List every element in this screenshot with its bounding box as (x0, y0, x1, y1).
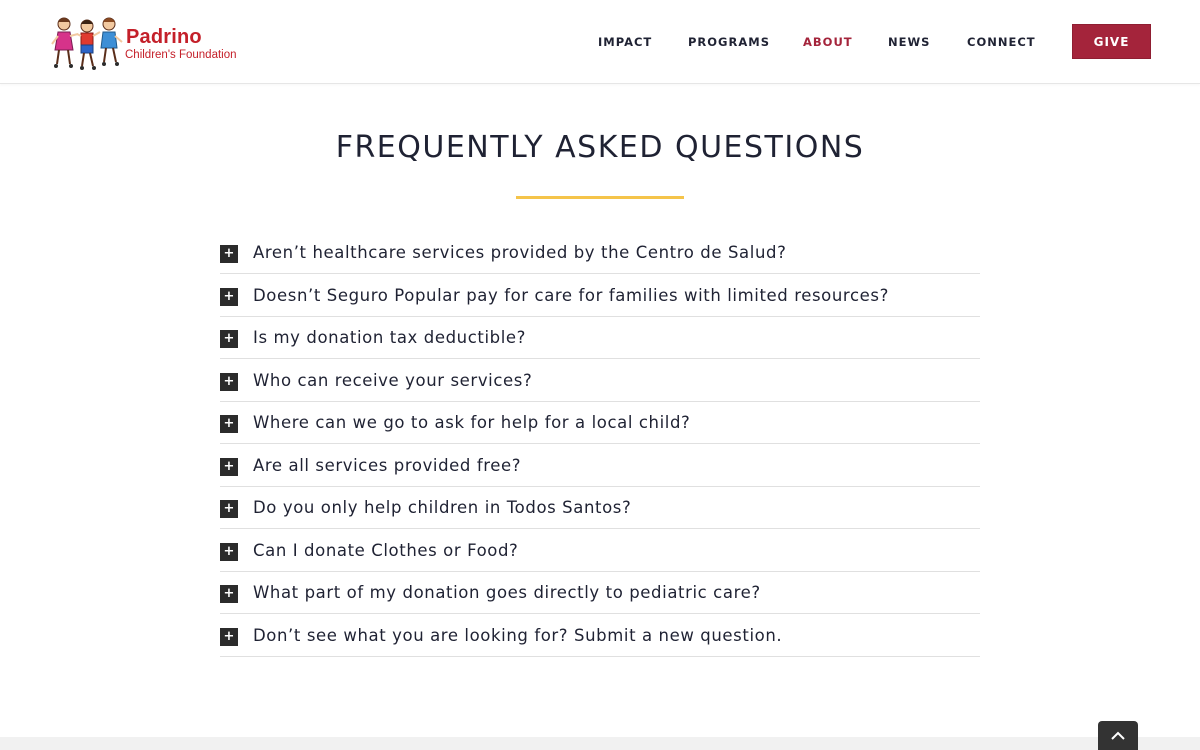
kids-illustration-logo (51, 17, 123, 70)
faq-item[interactable]: + What part of my donation goes directly… (220, 572, 980, 614)
faq-accordion: + Aren’t healthcare services provided by… (220, 232, 980, 657)
nav-item-impact[interactable]: IMPACT (598, 35, 652, 49)
site-logo[interactable]: Padrino Children's Foundation (50, 12, 250, 72)
site-header: Padrino Children's Foundation IMPACT PRO… (0, 0, 1200, 84)
title-underline (516, 196, 684, 199)
plus-icon[interactable]: + (220, 457, 238, 476)
faq-question[interactable]: Where can we go to ask for help for a lo… (253, 412, 690, 434)
plus-icon[interactable]: + (220, 585, 238, 603)
nav-item-news[interactable]: NEWS (888, 35, 930, 49)
faq-question[interactable]: Can I donate Clothes or Food? (253, 540, 518, 562)
faq-item[interactable]: + Where can we go to ask for help for a … (220, 402, 980, 444)
faq-item[interactable]: + Are all services provided free? (220, 445, 980, 487)
nav-item-connect[interactable]: CONNECT (967, 35, 1036, 49)
plus-icon[interactable]: + (220, 330, 238, 348)
chevron-up-icon (1111, 731, 1125, 740)
give-button[interactable]: GIVE (1072, 24, 1151, 59)
faq-question[interactable]: What part of my donation goes directly t… (253, 582, 761, 604)
page-title: FREQUENTLY ASKED QUESTIONS (335, 130, 865, 165)
plus-icon[interactable]: + (220, 287, 238, 306)
faq-item[interactable]: + Who can receive your services? (220, 360, 980, 402)
nav-item-about[interactable]: ABOUT (803, 35, 853, 49)
faq-question[interactable]: Is my donation tax deductible? (253, 327, 526, 349)
brand-tagline: Children's Foundation (125, 49, 237, 61)
faq-question[interactable]: Who can receive your services? (253, 370, 532, 392)
faq-item[interactable]: + Do you only help children in Todos San… (220, 487, 980, 529)
faq-item[interactable]: + Is my donation tax deductible? (220, 317, 980, 359)
faq-item[interactable]: + Don’t see what you are looking for? Su… (220, 615, 980, 657)
faq-item[interactable]: + Doesn’t Seguro Popular pay for care fo… (220, 275, 980, 317)
plus-icon[interactable]: + (220, 542, 238, 561)
plus-icon[interactable]: + (220, 372, 238, 391)
faq-question[interactable]: Do you only help children in Todos Santo… (253, 497, 631, 519)
faq-question[interactable]: Are all services provided free? (253, 455, 521, 477)
plus-icon[interactable]: + (220, 500, 238, 518)
plus-icon[interactable]: + (220, 627, 238, 646)
plus-icon[interactable]: + (220, 245, 238, 263)
faq-item[interactable]: + Aren’t healthcare services provided by… (220, 232, 980, 274)
faq-question[interactable]: Aren’t healthcare services provided by t… (253, 242, 786, 264)
faq-question[interactable]: Don’t see what you are looking for? Subm… (253, 625, 782, 647)
brand-name: Padrino (126, 26, 202, 48)
scroll-to-top-button[interactable] (1098, 721, 1138, 750)
footer-band (0, 737, 1200, 750)
faq-item[interactable]: + Can I donate Clothes or Food? (220, 530, 980, 572)
plus-icon[interactable]: + (220, 415, 238, 433)
nav-item-programs[interactable]: PROGRAMS (688, 35, 770, 49)
faq-question[interactable]: Doesn’t Seguro Popular pay for care for … (253, 285, 889, 307)
